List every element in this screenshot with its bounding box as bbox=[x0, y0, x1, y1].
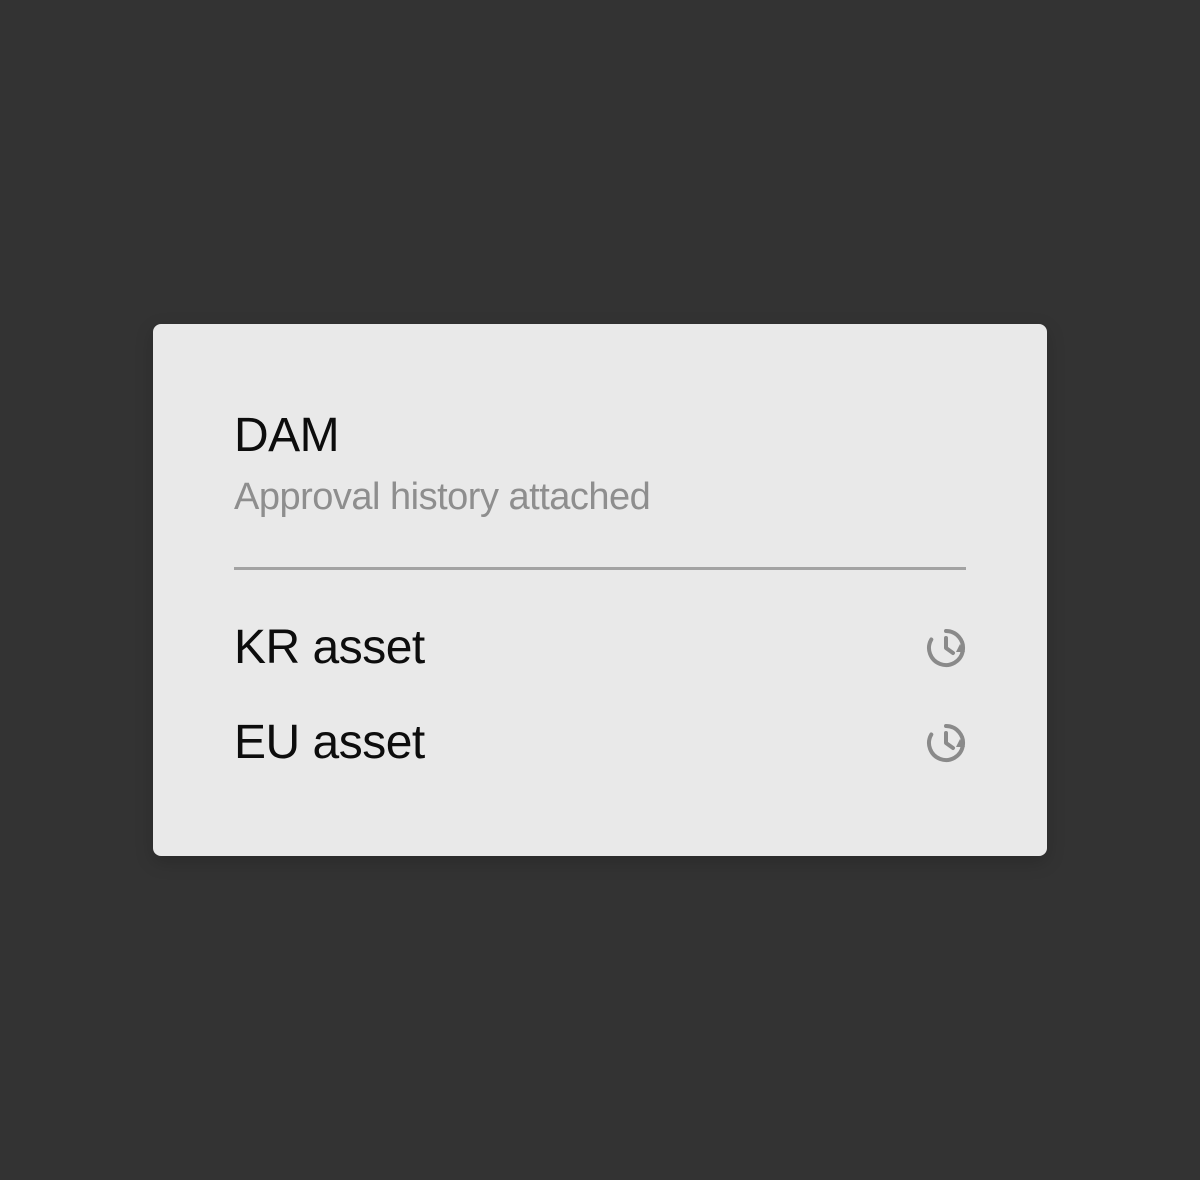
history-icon[interactable] bbox=[924, 626, 968, 670]
history-icon[interactable] bbox=[924, 721, 968, 765]
divider bbox=[234, 567, 966, 570]
card-title: DAM bbox=[234, 409, 340, 462]
asset-row-kr[interactable]: KR asset bbox=[234, 618, 968, 678]
asset-row-eu[interactable]: EU asset bbox=[234, 713, 968, 773]
dam-card: DAM Approval history attached KR asset E… bbox=[153, 324, 1047, 856]
asset-label-kr: KR asset bbox=[234, 621, 425, 674]
asset-label-eu: EU asset bbox=[234, 716, 425, 769]
card-subtitle: Approval history attached bbox=[234, 476, 651, 518]
